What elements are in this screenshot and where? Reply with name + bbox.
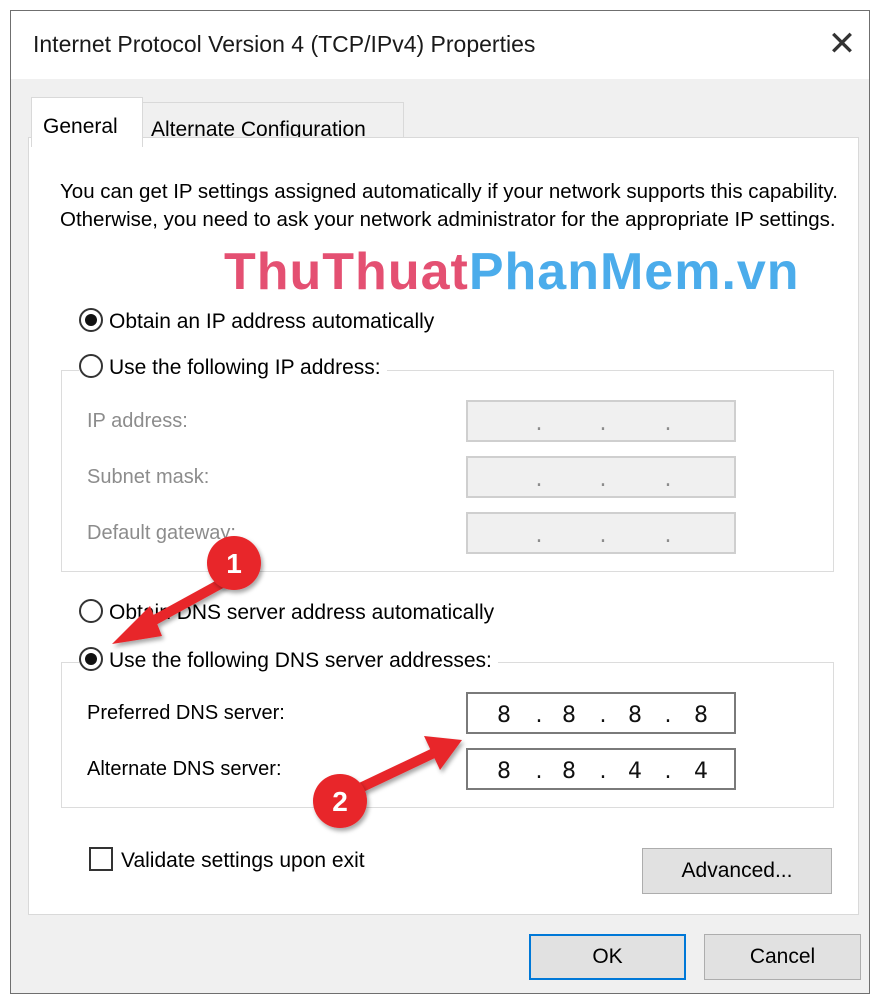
validate-settings-checkbox-row[interactable]: Validate settings upon exit: [89, 847, 371, 874]
dialog-window: Internet Protocol Version 4 (TCP/IPv4) P…: [10, 10, 870, 994]
watermark-part2: PhanMem: [468, 243, 722, 301]
watermark-logo: ThuThuatPhanMem.vn: [224, 242, 800, 302]
radio-use-following-dns-circle[interactable]: [79, 647, 103, 672]
validate-settings-label: Validate settings upon exit: [121, 849, 365, 872]
window-title: Internet Protocol Version 4 (TCP/IPv4) P…: [33, 31, 536, 57]
ip-address-label: IP address:: [87, 410, 188, 432]
preferred-dns-octet-1: 8: [497, 703, 511, 728]
alternate-dns-octet-3: 4: [628, 759, 642, 784]
alternate-dns-octet-1: 8: [497, 759, 511, 784]
tab-general-label: General: [43, 115, 118, 138]
subnet-mask-input[interactable]: ...: [466, 456, 736, 498]
radio-use-following-ip[interactable]: Use the following IP address:: [79, 354, 387, 381]
general-panel: You can get IP settings assigned automat…: [28, 137, 859, 915]
title-bar: Internet Protocol Version 4 (TCP/IPv4) P…: [11, 11, 869, 79]
cancel-button[interactable]: Cancel: [704, 934, 861, 980]
alternate-dns-label: Alternate DNS server:: [87, 758, 282, 780]
watermark-part1: ThuThuat: [224, 243, 469, 301]
radio-obtain-dns-auto-label: Obtain DNS server address automatically: [109, 601, 495, 624]
subnet-mask-label: Subnet mask:: [87, 466, 210, 488]
preferred-dns-octet-4: 8: [694, 703, 708, 728]
default-gateway-label: Default gateway:: [87, 522, 236, 544]
description-text: You can get IP settings assigned automat…: [60, 180, 838, 231]
close-icon[interactable]: ✕: [819, 21, 865, 67]
preferred-dns-octet-3: 8: [628, 703, 642, 728]
radio-use-following-dns[interactable]: Use the following DNS server addresses:: [79, 647, 498, 674]
validate-settings-checkbox[interactable]: [89, 847, 113, 872]
radio-obtain-ip-auto-circle[interactable]: [79, 308, 103, 333]
tab-general[interactable]: General: [31, 97, 143, 147]
radio-obtain-dns-auto[interactable]: Obtain DNS server address automatically: [79, 599, 501, 626]
radio-obtain-dns-auto-circle[interactable]: [79, 599, 103, 624]
alternate-dns-octet-2: 8: [562, 759, 576, 784]
preferred-dns-input[interactable]: 8 . 8 . 8 . 8: [466, 692, 736, 734]
watermark-part3: .vn: [721, 243, 800, 301]
ip-address-input[interactable]: ...: [466, 400, 736, 442]
preferred-dns-octet-2: 8: [562, 703, 576, 728]
alternate-dns-input[interactable]: 8 . 8 . 4 . 4: [466, 748, 736, 790]
ok-button[interactable]: OK: [529, 934, 686, 980]
alternate-dns-octet-4: 4: [694, 759, 708, 784]
radio-use-following-dns-label: Use the following DNS server addresses:: [109, 649, 492, 672]
default-gateway-input[interactable]: ...: [466, 512, 736, 554]
radio-use-following-ip-circle[interactable]: [79, 354, 103, 379]
preferred-dns-label: Preferred DNS server:: [87, 702, 285, 724]
radio-use-following-ip-label: Use the following IP address:: [109, 356, 381, 379]
advanced-button[interactable]: Advanced...: [642, 848, 832, 894]
radio-obtain-ip-auto[interactable]: Obtain an IP address automatically: [79, 308, 441, 335]
radio-obtain-ip-auto-label: Obtain an IP address automatically: [109, 310, 435, 333]
